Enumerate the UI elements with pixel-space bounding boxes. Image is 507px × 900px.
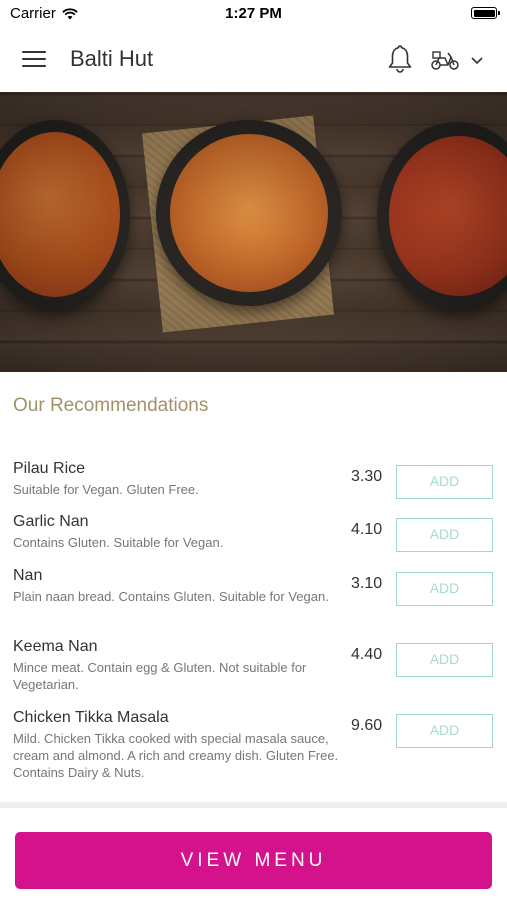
status-bar: Carrier 1:27 PM xyxy=(0,0,507,28)
hamburger-menu-button[interactable] xyxy=(22,48,48,70)
item-description: Mild. Chicken Tikka cooked with special … xyxy=(13,731,339,780)
add-button[interactable]: ADD xyxy=(396,465,493,499)
item-price: 4.10 xyxy=(351,521,383,538)
notification-bell-button[interactable] xyxy=(386,44,414,74)
item-name: Pilau Rice xyxy=(13,460,86,477)
battery-icon xyxy=(471,7,500,19)
hamburger-line xyxy=(22,58,46,60)
item-description: Contains Gluten. Suitable for Vegan. xyxy=(13,535,224,550)
chevron-down-icon xyxy=(471,57,483,65)
item-price: 3.30 xyxy=(351,468,383,485)
item-price: 4.40 xyxy=(351,646,383,663)
add-button[interactable]: ADD xyxy=(396,518,493,552)
add-button[interactable]: ADD xyxy=(396,572,493,606)
hamburger-line xyxy=(22,65,46,67)
view-menu-button[interactable]: VIEW MENU xyxy=(15,832,492,889)
item-name: Garlic Nan xyxy=(13,513,89,530)
item-name: Nan xyxy=(13,567,43,584)
item-description: Mince meat. Contain egg & Gluten. Not su… xyxy=(13,660,307,692)
add-button[interactable]: ADD xyxy=(396,643,493,677)
item-price: 3.10 xyxy=(351,575,383,592)
delivery-mode-selector[interactable] xyxy=(430,48,492,72)
divider xyxy=(0,802,507,808)
item-name: Chicken Tikka Masala xyxy=(13,709,169,726)
add-button[interactable]: ADD xyxy=(396,714,493,748)
item-description: Plain naan bread. Contains Gluten. Suita… xyxy=(13,589,329,604)
item-price: 9.60 xyxy=(351,717,383,734)
item-description: Suitable for Vegan. Gluten Free. xyxy=(13,482,199,497)
section-title: Our Recommendations xyxy=(13,395,209,416)
hero-food-image xyxy=(0,92,507,372)
app-header: Balti Hut xyxy=(0,28,507,92)
hamburger-line xyxy=(22,51,46,53)
bell-icon xyxy=(388,45,412,73)
hero-shade xyxy=(0,92,507,372)
scooter-icon xyxy=(431,51,459,70)
item-name: Keema Nan xyxy=(13,638,98,655)
page-title: Balti Hut xyxy=(70,46,154,71)
status-time: 1:27 PM xyxy=(225,5,282,22)
